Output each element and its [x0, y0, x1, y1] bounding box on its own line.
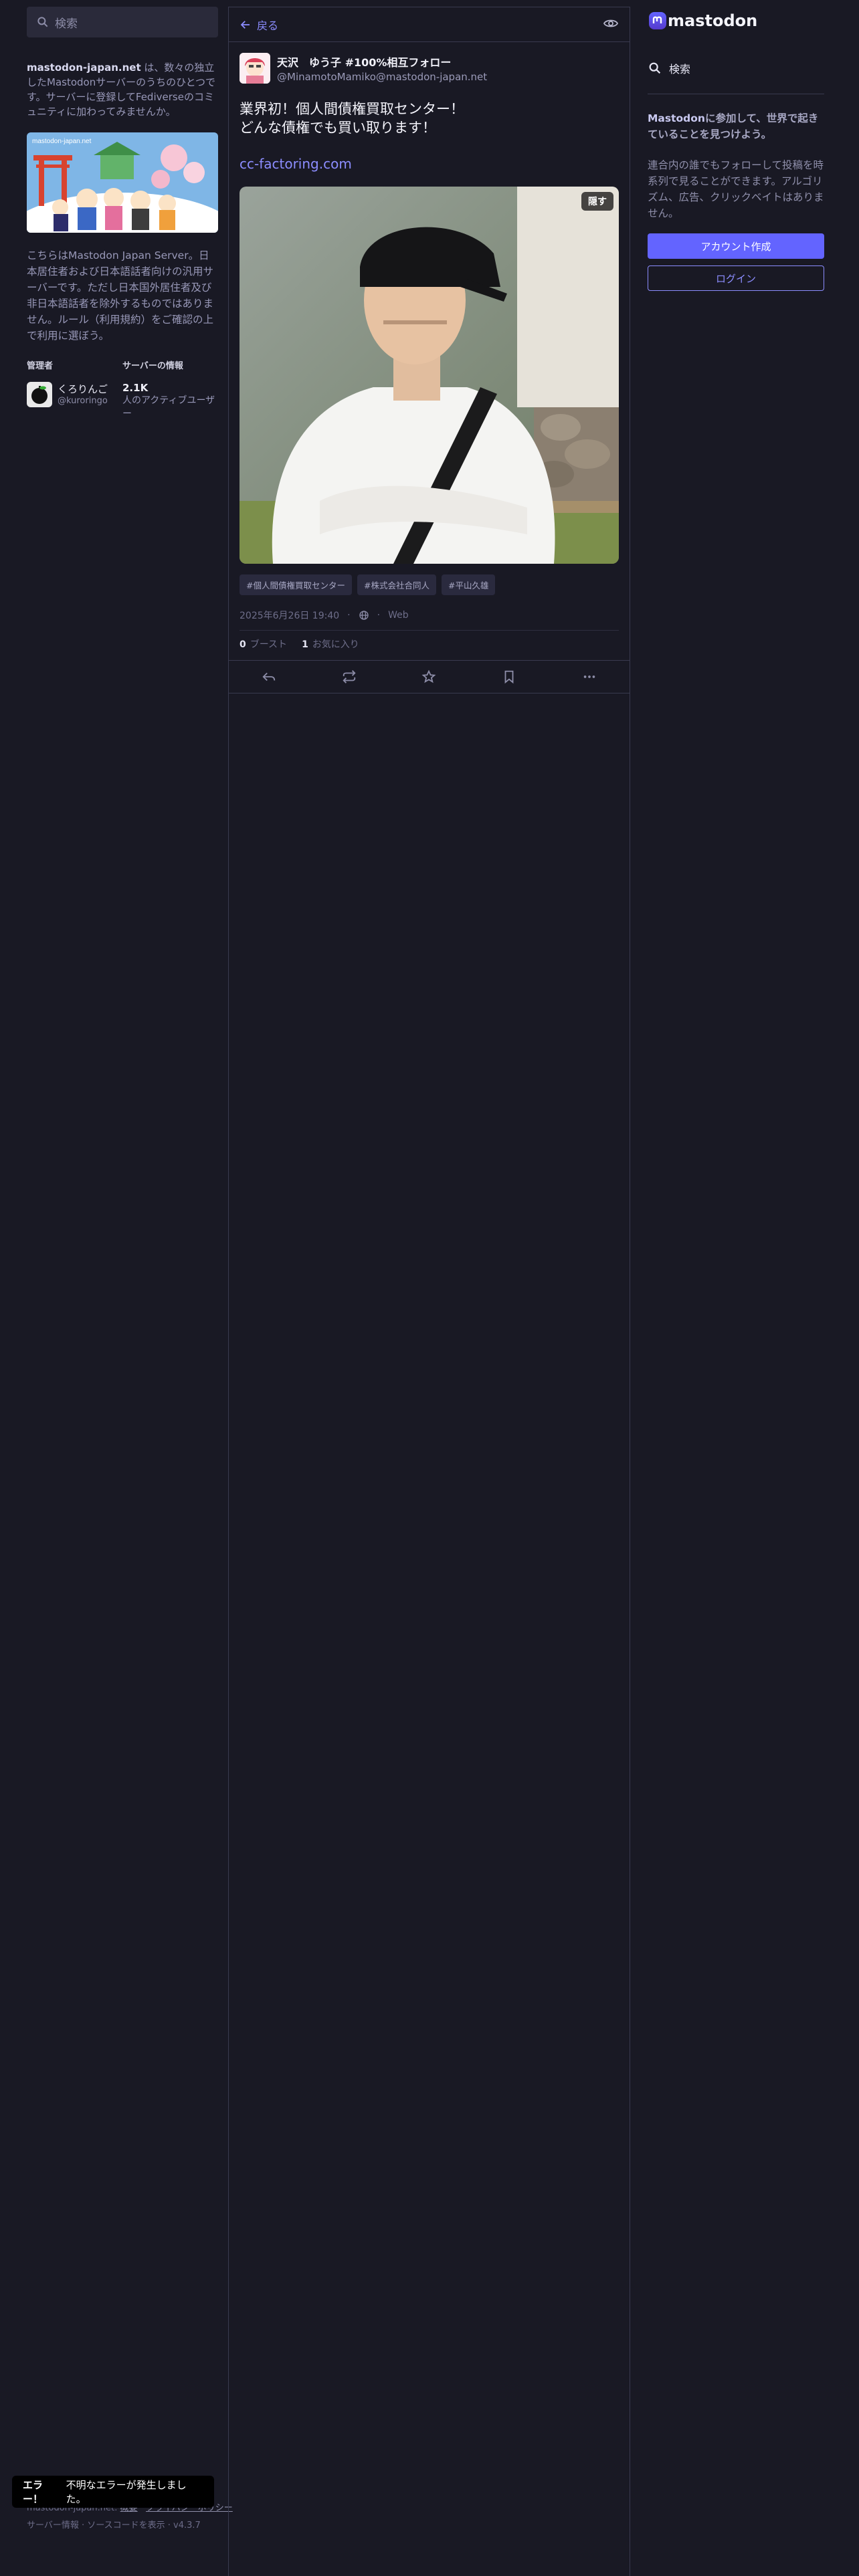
admin-name: くろりんご	[58, 383, 108, 395]
join-heading: Mastodonに参加して、世界で起きていることを見つけよう。	[648, 110, 824, 142]
status-meta: 2025年6月26日 19:40 · · Web	[240, 609, 619, 631]
login-button[interactable]: ログイン	[648, 265, 824, 291]
footer-links[interactable]: サーバー情報 · ソースコードを表示 · v4.3.7	[27, 2520, 201, 2531]
repeat-icon	[343, 670, 356, 683]
main-column: 戻る 天沢 ゆう子 #100%相互フォロー @MinamotoMamiko@ma…	[228, 7, 630, 2576]
hashtag[interactable]: #株式会社合同人	[357, 574, 436, 595]
status-action-bar	[229, 660, 630, 693]
hashtag[interactable]: #個人間債権買取センター	[240, 574, 352, 595]
avatar[interactable]	[240, 53, 270, 84]
arrow-left-icon	[240, 20, 250, 29]
bookmark-icon	[504, 670, 514, 684]
display-name: 天沢 ゆう子 #100%相互フォロー	[277, 56, 452, 69]
globe-icon	[359, 611, 369, 620]
boosts-count-link[interactable]: 0 ブースト	[240, 637, 287, 651]
reply-button[interactable]	[256, 663, 282, 690]
ellipsis-icon	[583, 675, 595, 678]
bookmark-button[interactable]	[496, 663, 522, 690]
status-counts: 0 ブースト 1 お気に入り	[240, 631, 619, 660]
status-header[interactable]: 天沢 ゆう子 #100%相互フォロー @MinamotoMamiko@masto…	[240, 53, 619, 84]
search-icon	[37, 17, 48, 27]
hashtag[interactable]: #平山久雄	[441, 574, 496, 595]
hide-media-button[interactable]: 隠す	[581, 192, 613, 211]
join-brand: Mastodon	[648, 112, 705, 124]
hero-caption: mastodon-japan.net	[32, 138, 92, 145]
boosts-count: 0	[240, 639, 246, 650]
admin-section: 管理者 くろりんご @kuroringo	[27, 358, 122, 421]
server-info: 管理者 くろりんご @kuroringo サーバーの情報 2.1K 人のアクティ…	[27, 358, 218, 421]
toggle-visibility-button[interactable]	[603, 15, 619, 34]
left-sidebar: 検索 mastodon-japan.net は、数々の独立したMastodonサ…	[27, 7, 218, 421]
brand-name: mastodon	[668, 11, 758, 30]
eye-icon	[603, 19, 619, 27]
star-icon	[421, 669, 436, 683]
toast-message: 不明なエラーが発生しました。	[66, 2479, 187, 2505]
admin-account[interactable]: くろりんご @kuroringo	[27, 382, 122, 407]
hashtag-bar: #個人間債権買取センター #株式会社合同人 #平山久雄	[240, 574, 619, 595]
right-sidebar: mastodon 検索 Mastodonに参加して、世界で起きていることを見つけ…	[648, 11, 824, 291]
status-content: 業界初！個人間債権買取センター！ どんな債権でも買い取ります！	[240, 100, 619, 137]
server-hero-image: mastodon-japan.net	[27, 132, 218, 233]
content-line-2: どんな債権でも買い取ります！	[240, 120, 436, 136]
admin-handle: @kuroringo	[58, 396, 108, 406]
attached-photo	[240, 187, 619, 564]
apple-icon	[31, 386, 47, 404]
status-link[interactable]: cc-factoring.com	[240, 156, 619, 172]
server-name: mastodon-japan.net	[27, 62, 141, 74]
server-info-heading: サーバーの情報	[122, 361, 183, 371]
search-icon	[649, 62, 661, 74]
back-button[interactable]: 戻る	[240, 17, 278, 33]
reply-icon	[262, 672, 276, 681]
server-about: mastodon-japan.net は、数々の独立したMastodonサーバー…	[27, 60, 218, 119]
server-stats: サーバーの情報 2.1K 人のアクティブユーザー	[122, 358, 218, 421]
avatar	[27, 382, 52, 407]
mastodon-icon	[649, 12, 666, 29]
active-users-label: 人のアクティブユーザー	[122, 395, 215, 419]
join-description: 連合内の誰でもフォローして投稿を時系列で見ることができます。アルゴリズム、広告、…	[648, 159, 824, 219]
content-line-1: 業界初！個人間債権買取センター！	[240, 101, 464, 117]
active-users-count: 2.1K	[122, 382, 149, 394]
search-placeholder: 検索	[55, 17, 78, 31]
media-attachment[interactable]: 隠す	[240, 187, 619, 564]
status-detail: 天沢 ゆう子 #100%相互フォロー @MinamotoMamiko@masto…	[229, 42, 630, 693]
account-handle: @MinamotoMamiko@mastodon-japan.net	[277, 71, 488, 83]
sign-up-button[interactable]: アカウント作成	[648, 233, 824, 259]
status-application: Web	[388, 610, 409, 621]
server-description: こちらはMastodon Japan Server。日本居住者および日本語話者向…	[27, 249, 214, 342]
mastodon-logo[interactable]: mastodon	[648, 11, 824, 31]
favourites-count: 1	[302, 639, 308, 650]
toast-title: エラー！	[23, 2479, 43, 2505]
back-label: 戻る	[257, 19, 279, 32]
column-header: 戻る	[229, 7, 630, 42]
favourites-label: お気に入り	[312, 639, 359, 650]
favourite-button[interactable]	[415, 663, 442, 690]
nav-search-label: 検索	[669, 63, 691, 76]
favourites-count-link[interactable]: 1 お気に入り	[302, 637, 359, 651]
nav-search-link[interactable]: 検索	[648, 60, 824, 94]
admin-heading: 管理者	[27, 361, 54, 371]
status-timestamp[interactable]: 2025年6月26日 19:40	[240, 609, 339, 622]
error-toast[interactable]: エラー！ 不明なエラーが発生しました。	[12, 2476, 214, 2508]
more-button[interactable]	[576, 663, 603, 690]
search-input[interactable]: 検索	[27, 7, 218, 37]
boosts-label: ブースト	[250, 639, 288, 650]
boost-button[interactable]	[336, 663, 363, 690]
